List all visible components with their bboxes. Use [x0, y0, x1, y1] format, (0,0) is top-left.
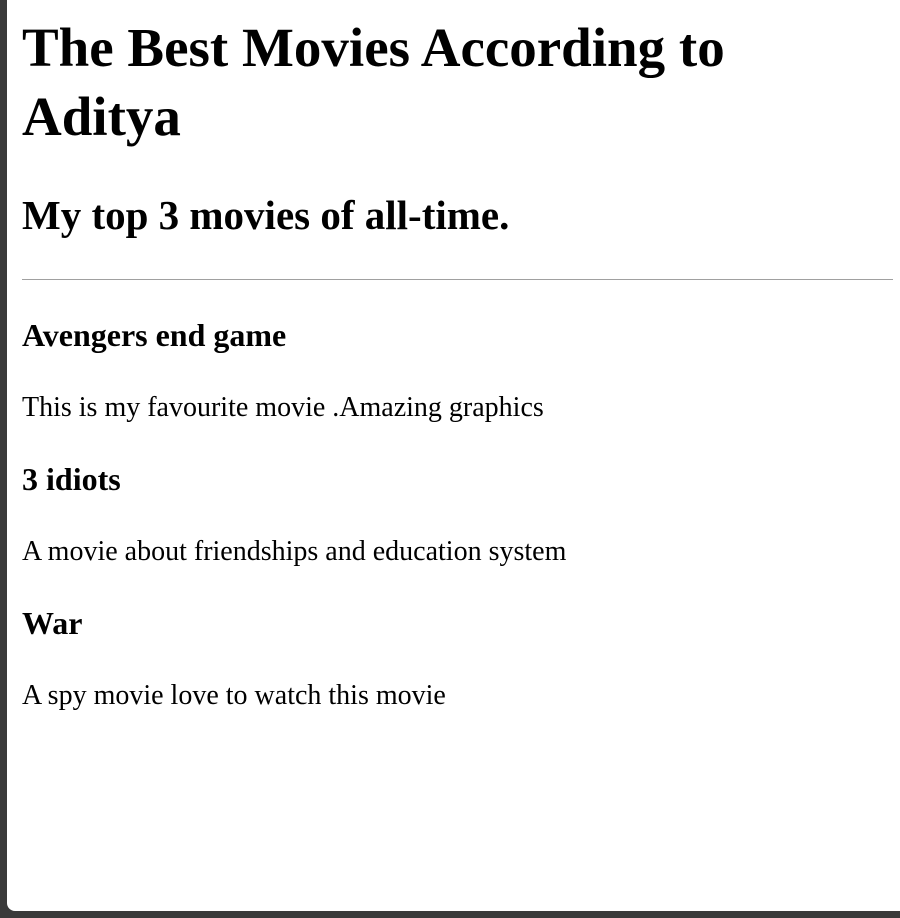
movie-title: 3 idiots: [22, 461, 121, 497]
movie-title: War: [22, 605, 83, 641]
movie-description: A spy movie love to watch this movie: [22, 680, 446, 711]
browser-viewport: The Best Movies According to Aditya My t…: [7, 0, 900, 911]
page-subtitle: My top 3 movies of all-time.: [22, 192, 510, 238]
divider: [22, 279, 893, 280]
page-title: The Best Movies According to Aditya: [22, 17, 725, 147]
movie-title: Avengers end game: [22, 317, 287, 353]
movie-description: A movie about friendships and education …: [22, 536, 567, 567]
movie-description: This is my favourite movie .Amazing grap…: [22, 392, 544, 423]
